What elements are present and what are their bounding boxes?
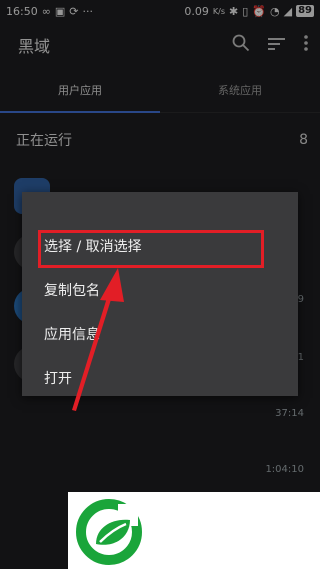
leaf-logo-icon — [76, 499, 142, 565]
annotation-arrow-icon — [72, 268, 124, 411]
promo-banner — [68, 492, 320, 569]
